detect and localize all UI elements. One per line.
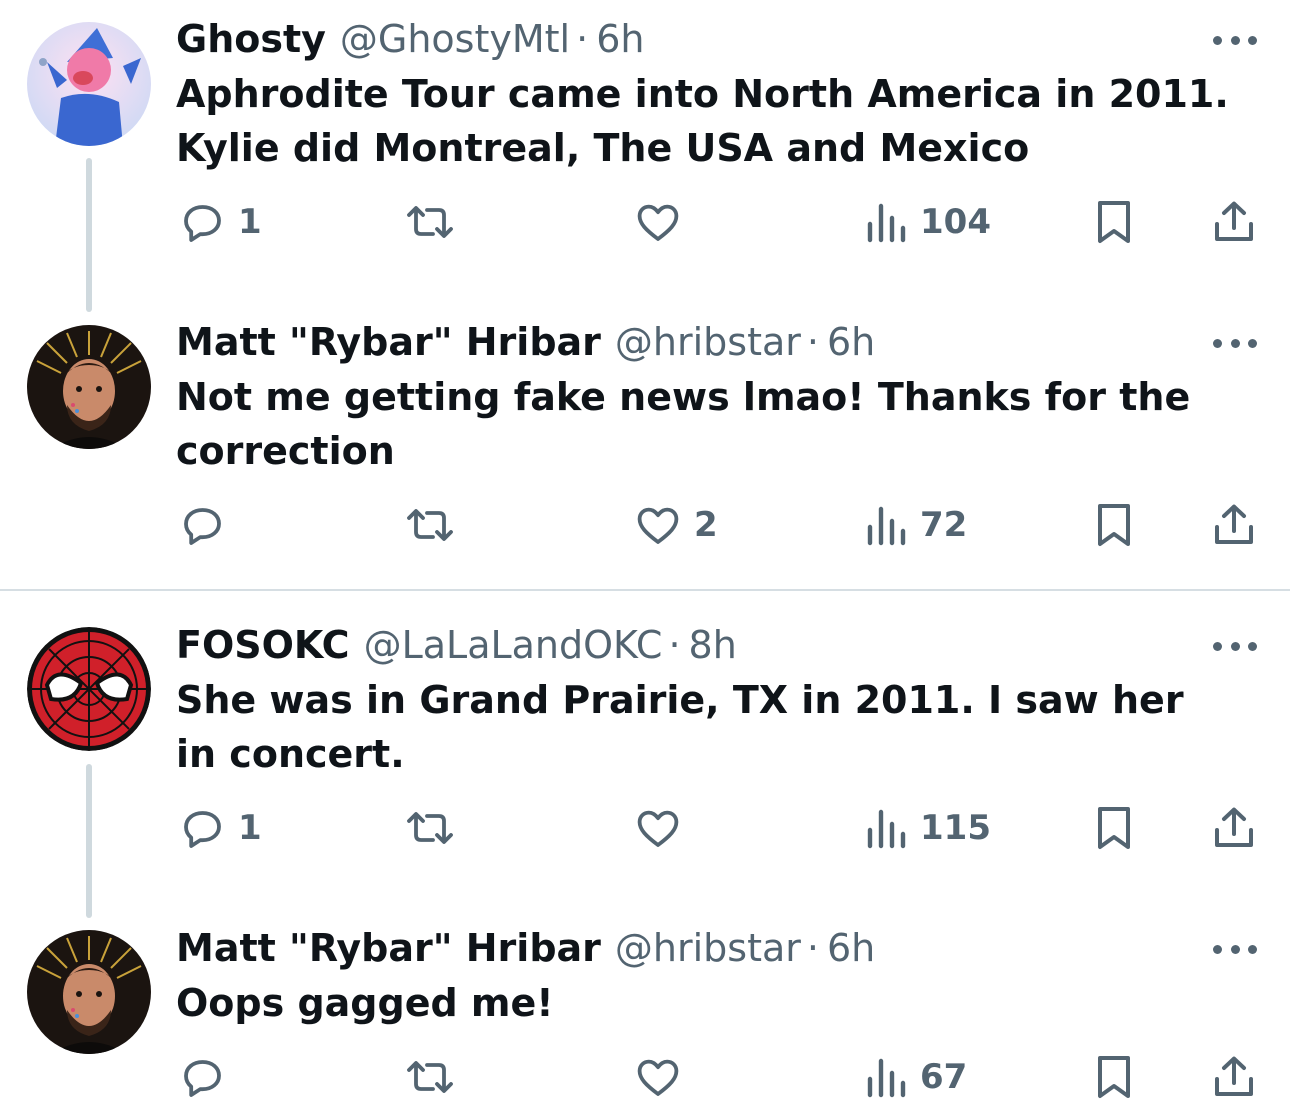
timestamp[interactable]: 8h	[689, 623, 737, 667]
views-button[interactable]: 72	[864, 500, 967, 550]
tweet-text: She was in Grand Prairie, TX in 2011. I …	[176, 678, 1184, 776]
tweet-actions: 67	[0, 1052, 1290, 1102]
cartoon-character-avatar	[27, 22, 151, 146]
retweet-button[interactable]	[403, 803, 469, 853]
like-button[interactable]	[634, 197, 694, 247]
retweet-button[interactable]	[403, 197, 469, 247]
user-handle[interactable]: @GhostyMtl	[340, 17, 570, 61]
user-handle[interactable]: @hribstar	[615, 320, 801, 364]
views-button[interactable]: 67	[864, 1052, 967, 1102]
spiderman-mask-avatar	[27, 627, 151, 751]
views-icon	[867, 203, 906, 243]
display-name[interactable]: Ghosty	[176, 17, 326, 61]
bookmark-button[interactable]	[1092, 1052, 1136, 1102]
bookmark-icon	[1098, 1056, 1130, 1098]
views-icon	[867, 1058, 906, 1098]
like-button[interactable]: 2	[634, 500, 718, 550]
tweet-text: Oops gagged me!	[176, 981, 554, 1025]
bearded-man-halo-avatar	[27, 325, 151, 449]
reply-icon	[184, 1060, 221, 1097]
display-name[interactable]: Matt "Rybar" Hribar	[176, 320, 601, 364]
more-icon[interactable]	[1213, 636, 1257, 656]
tweet-actions: 2 72	[0, 500, 1290, 550]
like-button[interactable]	[634, 803, 694, 853]
display-name[interactable]: Matt "Rybar" Hribar	[176, 926, 601, 970]
reply-count: 1	[238, 808, 262, 848]
reply-icon	[184, 205, 221, 242]
views-button[interactable]: 104	[864, 197, 991, 247]
tweet-header: Matt "Rybar" Hribar @hribstar · 6h	[176, 316, 875, 368]
tweet-text: Not me getting fake news lmao! Thanks fo…	[176, 375, 1191, 473]
views-icon	[867, 809, 906, 849]
views-count: 67	[920, 1057, 968, 1097]
views-count: 115	[920, 808, 991, 848]
separator-dot: ·	[806, 926, 819, 970]
user-avatar[interactable]	[27, 325, 151, 449]
bearded-man-halo-avatar	[27, 930, 151, 1054]
tweet-header: Matt "Rybar" Hribar @hribstar · 6h	[176, 922, 875, 974]
bookmark-icon	[1098, 504, 1130, 546]
retweet-icon	[407, 206, 453, 238]
share-icon	[1215, 1056, 1253, 1096]
reply-button[interactable]: 1	[178, 197, 262, 247]
thread-divider	[0, 589, 1290, 591]
retweet-icon	[407, 1061, 453, 1093]
more-icon[interactable]	[1213, 30, 1257, 50]
share-button[interactable]	[1210, 1052, 1258, 1102]
timestamp[interactable]: 6h	[827, 320, 875, 364]
timestamp[interactable]: 6h	[596, 17, 644, 61]
retweet-button[interactable]	[403, 1052, 469, 1102]
like-icon	[637, 810, 679, 847]
share-icon	[1215, 201, 1253, 241]
views-button[interactable]: 115	[864, 803, 991, 853]
tweet-actions: 1 104	[0, 197, 1290, 247]
tweet-actions: 1 115	[0, 803, 1290, 853]
user-avatar[interactable]	[27, 930, 151, 1054]
user-handle[interactable]: @LaLaLandOKC	[364, 623, 663, 667]
bookmark-button[interactable]	[1092, 803, 1136, 853]
share-icon	[1215, 807, 1253, 847]
separator-dot: ·	[806, 320, 819, 364]
share-button[interactable]	[1210, 500, 1258, 550]
reply-count: 1	[238, 202, 262, 242]
more-icon[interactable]	[1213, 939, 1257, 959]
reply-button[interactable]	[178, 500, 238, 550]
reply-button[interactable]	[178, 1052, 238, 1102]
retweet-button[interactable]	[403, 500, 469, 550]
like-icon	[637, 204, 679, 241]
views-count: 104	[920, 202, 991, 242]
like-count: 2	[694, 505, 718, 545]
reply-button[interactable]: 1	[178, 803, 262, 853]
share-button[interactable]	[1210, 197, 1258, 247]
bookmark-icon	[1098, 201, 1130, 243]
display-name[interactable]: FOSOKC	[176, 623, 350, 667]
bookmark-button[interactable]	[1092, 197, 1136, 247]
tweet-header: FOSOKC @LaLaLandOKC · 8h	[176, 619, 737, 671]
like-icon	[637, 507, 679, 544]
user-avatar[interactable]	[27, 627, 151, 751]
timestamp[interactable]: 6h	[827, 926, 875, 970]
reply-icon	[184, 508, 221, 545]
views-icon	[867, 506, 906, 546]
tweet-header: Ghosty @GhostyMtl · 6h	[176, 13, 644, 65]
more-icon[interactable]	[1213, 333, 1257, 353]
user-handle[interactable]: @hribstar	[615, 926, 801, 970]
separator-dot: ·	[576, 17, 589, 61]
like-icon	[637, 1059, 679, 1096]
like-button[interactable]	[634, 1052, 694, 1102]
retweet-icon	[407, 812, 453, 844]
user-avatar[interactable]	[27, 22, 151, 146]
reply-icon	[184, 811, 221, 848]
separator-dot: ·	[668, 623, 681, 667]
views-count: 72	[920, 505, 968, 545]
bookmark-button[interactable]	[1092, 500, 1136, 550]
bookmark-icon	[1098, 807, 1130, 849]
retweet-icon	[407, 509, 453, 541]
share-button[interactable]	[1210, 803, 1258, 853]
tweet-text: Aphrodite Tour came into North America i…	[176, 72, 1229, 170]
share-icon	[1215, 504, 1253, 544]
